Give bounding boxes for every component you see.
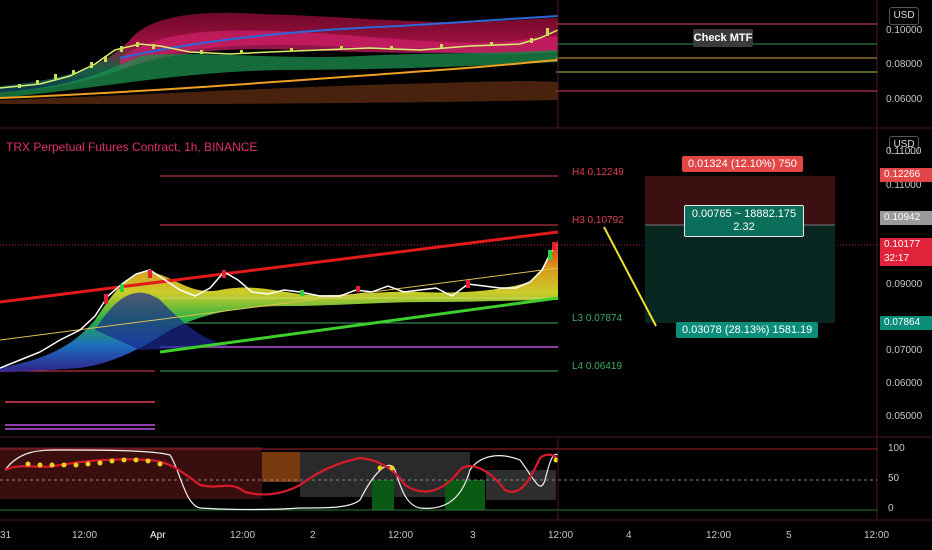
price-tag-stop: 0.12266 [880,168,932,182]
take-profit-zone[interactable] [645,225,835,323]
time-label-3: 12:00 [230,530,256,541]
take-profit-badge[interactable]: 0.03078 (28.13%) 1581.19 [676,322,819,338]
top-pane[interactable] [0,0,877,128]
osc-bg-red [0,447,262,499]
pivot-l3-label: L3 0.07874 [572,313,623,324]
pivot-h4-label: H4 0.12249 [572,167,624,178]
time-label-7: 12:00 [548,530,574,541]
chart-canvas[interactable] [0,0,932,550]
chart-title: TRX Perpetual Futures Contract, 1h, BINA… [6,140,258,154]
pivot-h3-label: H3 0.10792 [572,215,624,226]
osc-bg-orange [262,452,300,482]
main-axis-label-3: 0.09000 [886,279,923,290]
price-tag-current: 0.10177 [880,238,932,252]
time-label-6: 3 [470,530,476,541]
osc-axis-100: 100 [888,443,905,454]
time-label-10: 5 [786,530,792,541]
osc-axis-0: 0 [888,503,894,514]
osc-bg-green [372,480,394,510]
thin-yellow-trendline [0,267,559,341]
time-label-11: 12:00 [864,530,890,541]
currency-badge-top[interactable]: USD [889,7,919,25]
entry-badge-line1: 0.00765 ~ 18882.175 [691,208,797,220]
time-label-2: Apr [150,530,166,541]
main-axis-label-7: 0.05000 [886,411,923,422]
osc-axis-50: 50 [888,473,900,484]
pivot-l4-label: L4 0.06419 [572,361,623,372]
time-label-8: 4 [626,530,632,541]
entry-badge[interactable]: 0.00765 ~ 18882.175 2.32 [684,205,804,237]
top-axis-label-1: 0.10000 [886,25,923,36]
osc-bg-gray-2 [486,470,556,500]
top-axis-label-3: 0.06000 [886,94,923,105]
time-label-4: 2 [310,530,316,541]
rainbow-ribbon [0,240,558,372]
check-mtf-label[interactable]: Check MTF [693,29,753,47]
price-tag-entry: 0.10942 [880,211,932,225]
oscillator-pane[interactable] [0,437,877,520]
entry-badge-line2: 2.32 [733,221,755,233]
price-tag-countdown: 32:17 [880,252,932,266]
time-label-9: 12:00 [706,530,732,541]
stop-loss-badge[interactable]: 0.01324 (12.10%) 750 [682,156,803,172]
main-axis-label-5: 0.07000 [886,345,923,356]
time-label-0: 31 [0,530,12,541]
top-axis-label-2: 0.08000 [886,59,923,70]
main-axis-label-1: 0.11000 [886,146,922,157]
price-tag-target: 0.07864 [880,316,932,330]
time-label-5: 12:00 [388,530,414,541]
time-label-1: 12:00 [72,530,98,541]
main-axis-label-6: 0.06000 [886,378,923,389]
